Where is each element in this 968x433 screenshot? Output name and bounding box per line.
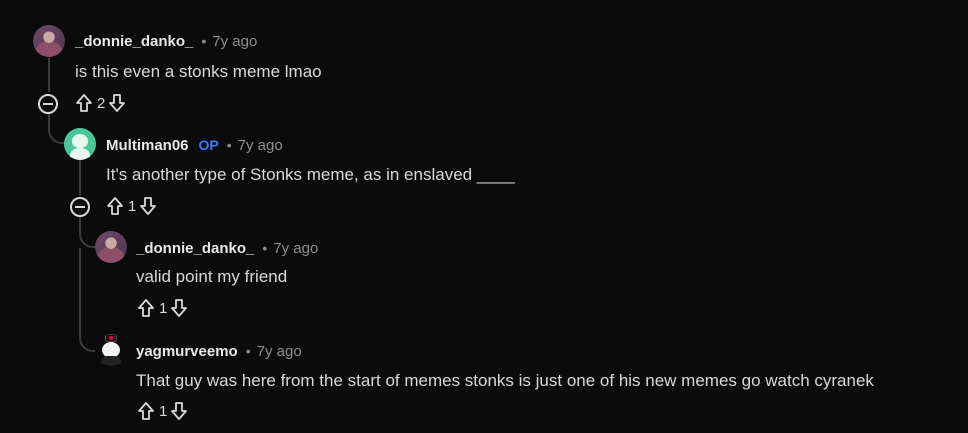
upvote-arrow-icon[interactable] (106, 196, 124, 216)
comment-author[interactable]: Multiman06 (106, 137, 189, 154)
upvote-arrow-icon[interactable] (137, 401, 155, 421)
comment-author[interactable]: _donnie_danko_ (136, 240, 254, 257)
comment-actions: 1 (137, 401, 188, 421)
separator-dot: • (245, 343, 251, 359)
downvote-arrow-icon[interactable] (139, 196, 157, 216)
comment-meta: _donnie_danko_ • 7y ago (136, 240, 318, 257)
user-avatar[interactable] (95, 231, 127, 263)
thread-line[interactable] (79, 160, 81, 195)
vote-count: 1 (159, 402, 168, 420)
downvote-arrow-icon[interactable] (108, 93, 126, 113)
snoo-body (101, 356, 121, 366)
comment-thread: _donnie_danko_ • 7y ago is this even a s… (0, 0, 968, 433)
separator-dot: • (201, 33, 207, 49)
comment-meta: yagmurveemo • 7y ago (136, 343, 302, 360)
snoo-face (72, 134, 88, 148)
comment-time[interactable]: 7y ago (273, 240, 318, 257)
separator-dot: • (262, 240, 268, 256)
comment-body: is this even a stonks meme lmao (75, 62, 322, 81)
comment-body: valid point my friend (136, 267, 288, 286)
collapse-thread-button[interactable] (38, 94, 58, 114)
comment-time[interactable]: 7y ago (257, 343, 302, 360)
user-avatar[interactable] (33, 25, 65, 57)
comment-body: It's another type of Stonks meme, as in … (106, 165, 515, 184)
comment-actions: 1 (137, 298, 188, 318)
downvote-arrow-icon[interactable] (170, 401, 188, 421)
vote-count: 2 (97, 94, 106, 112)
comment-meta: Multiman06 OP • 7y ago (106, 137, 283, 154)
snoo-body (70, 148, 90, 160)
thread-line[interactable] (48, 112, 66, 144)
thread-line[interactable] (48, 58, 50, 92)
comment-author[interactable]: yagmurveemo (136, 343, 238, 360)
downvote-arrow-icon[interactable] (170, 298, 188, 318)
comment-actions: 1 (106, 196, 157, 216)
upvote-arrow-icon[interactable] (75, 93, 93, 113)
user-avatar[interactable] (64, 128, 96, 160)
comment-author[interactable]: _donnie_danko_ (75, 33, 193, 50)
comment-body: That guy was here from the start of meme… (136, 371, 874, 390)
comment-actions: 2 (75, 93, 126, 113)
comment-meta: _donnie_danko_ • 7y ago (75, 33, 257, 50)
comment-time[interactable]: 7y ago (212, 33, 257, 50)
collapse-thread-button[interactable] (70, 197, 90, 217)
user-avatar[interactable] (95, 334, 127, 366)
thread-line[interactable] (79, 248, 97, 352)
comment-time[interactable]: 7y ago (238, 137, 283, 154)
avatar-hat-dot (109, 336, 113, 340)
vote-count: 1 (128, 197, 137, 215)
separator-dot: • (226, 137, 232, 153)
vote-count: 1 (159, 299, 168, 317)
op-badge: OP (198, 137, 219, 153)
upvote-arrow-icon[interactable] (137, 298, 155, 318)
